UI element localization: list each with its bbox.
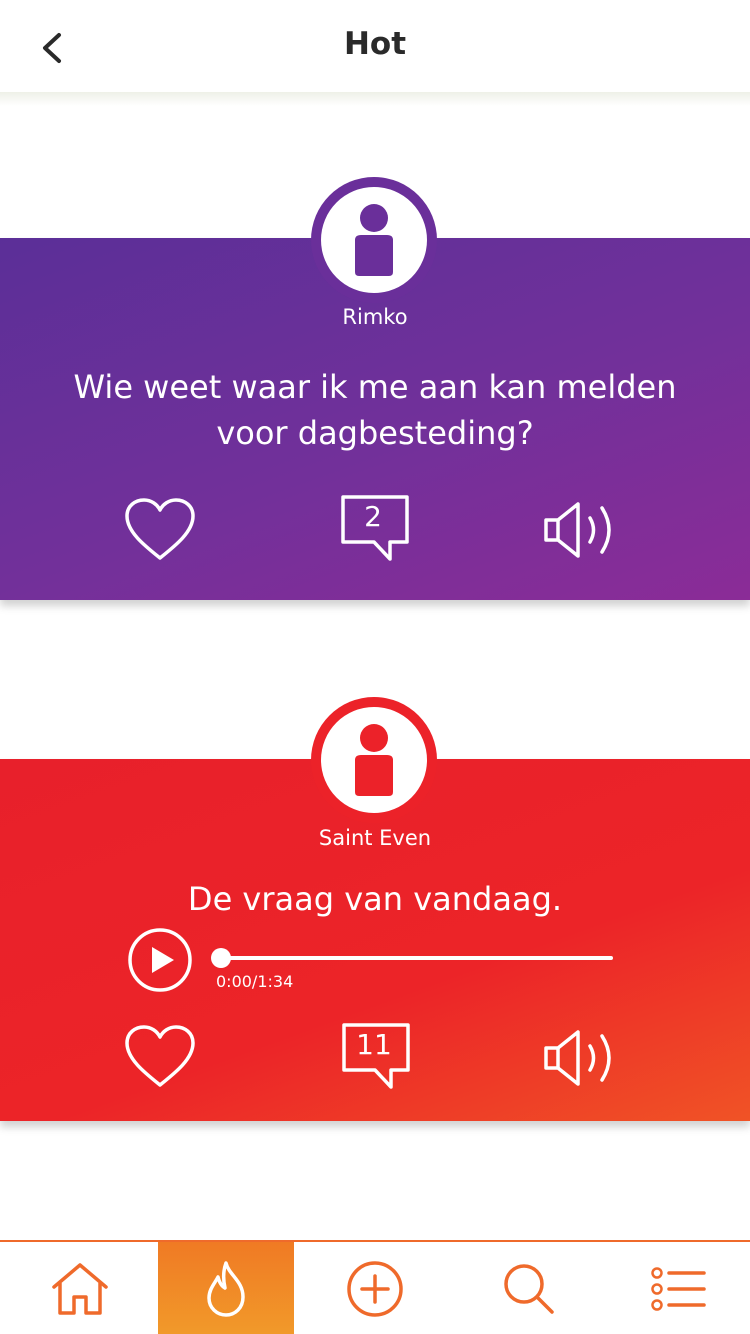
like-button[interactable]: [122, 495, 198, 563]
comment-count: 2: [364, 500, 382, 533]
comments-button[interactable]: 2: [340, 494, 410, 562]
list-icon: [651, 1267, 706, 1311]
audio-time: 0:00/1:34: [216, 972, 294, 991]
user-icon: [355, 204, 393, 276]
username[interactable]: Saint Even: [0, 826, 750, 850]
flame-icon: [207, 1261, 245, 1317]
speaker-button[interactable]: [542, 1028, 620, 1088]
plus-circle-icon: [347, 1261, 403, 1317]
avatar[interactable]: [311, 697, 437, 823]
speaker-button[interactable]: [542, 500, 620, 560]
question-text[interactable]: De vraag van vandaag.: [60, 876, 690, 922]
speaker-icon: [544, 1030, 611, 1086]
username[interactable]: Rimko: [0, 305, 750, 329]
bottom-nav: [0, 1240, 750, 1334]
user-icon: [355, 724, 393, 796]
nav-home[interactable]: [12, 1242, 148, 1334]
avatar[interactable]: [311, 177, 437, 303]
heart-icon: [125, 1025, 195, 1087]
nav-hot[interactable]: [158, 1242, 294, 1334]
nav-search[interactable]: [461, 1242, 597, 1334]
question-text[interactable]: Wie weet waar ik me aan kan melden voor …: [60, 364, 690, 456]
page-title: Hot: [343, 26, 407, 62]
audio-progress-track[interactable]: [220, 956, 613, 960]
header: Hot: [0, 0, 750, 92]
nav-menu[interactable]: [610, 1242, 746, 1334]
comment-count: 11: [356, 1028, 392, 1061]
speaker-icon: [544, 502, 611, 558]
audio-progress-knob[interactable]: [211, 948, 231, 968]
home-icon: [52, 1263, 108, 1315]
play-icon: [128, 928, 192, 992]
like-button[interactable]: [122, 1022, 198, 1090]
comments-button[interactable]: 11: [341, 1022, 411, 1090]
heart-icon: [125, 498, 195, 560]
play-button[interactable]: [127, 927, 193, 993]
nav-add[interactable]: [307, 1242, 443, 1334]
search-icon: [504, 1264, 554, 1314]
